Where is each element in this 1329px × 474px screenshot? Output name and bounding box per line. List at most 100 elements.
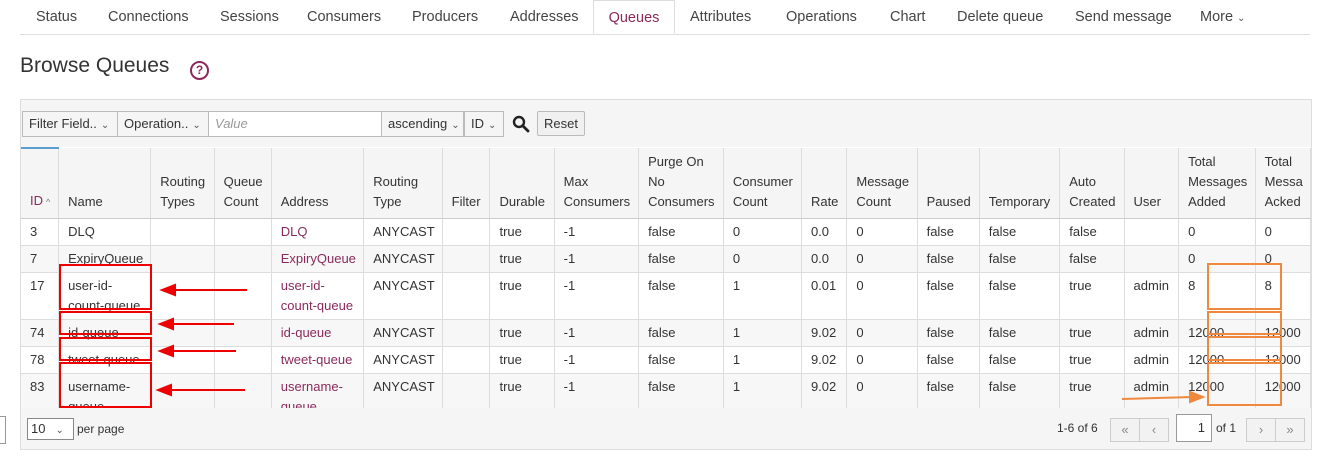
table-row[interactable]: 74 id-queue id-queue ANYCAST true -1 false 1 9.0… xyxy=(21,319,1311,347)
annotation-box-username-queue xyxy=(59,362,152,408)
column-header-purge[interactable]: Purge On No Consumers xyxy=(638,148,724,219)
cell-filter xyxy=(442,373,491,408)
cell-paused: false xyxy=(917,218,980,246)
cell-id: 74 xyxy=(21,319,60,347)
column-header-routing-types[interactable]: Routing Types xyxy=(150,148,215,219)
tab-connections[interactable]: Connections xyxy=(108,0,189,33)
search-icon[interactable] xyxy=(512,115,530,133)
cell-consumer-count: 1 xyxy=(723,319,802,347)
reset-button[interactable]: Reset xyxy=(537,111,585,136)
tab-consumers[interactable]: Consumers xyxy=(307,0,381,33)
last-page-button[interactable]: » xyxy=(1275,418,1305,442)
cell-consumer-count: 0 xyxy=(723,218,802,246)
cell-paused: false xyxy=(917,319,980,347)
cell-address: tweet-queue xyxy=(271,346,365,374)
page-size-value: 10 xyxy=(31,421,46,436)
cell-routing-type: ANYCAST xyxy=(363,245,443,273)
tab-delete-queue[interactable]: Delete queue xyxy=(957,0,1043,33)
nav-tabs: Status Connections Sessions Consumers Pr… xyxy=(20,0,1310,35)
tab-chart[interactable]: Chart xyxy=(890,0,925,33)
cell-queue-count xyxy=(214,346,272,374)
queues-grid-panel: Filter Field.. ⌄ Operation.. ⌄ Value ascen… xyxy=(20,99,1312,450)
cell-durable: true xyxy=(489,346,555,374)
sort-field-select[interactable]: ID ⌄ xyxy=(464,111,504,137)
filter-operation-select[interactable]: Operation.. ⌄ xyxy=(117,111,209,137)
cell-id: 3 xyxy=(21,218,60,246)
table-row[interactable]: 83 username-queue username-queue ANYCAST tru… xyxy=(21,373,1311,408)
chevron-down-icon: ⌄ xyxy=(1237,13,1246,24)
tab-operations[interactable]: Operations xyxy=(786,0,857,33)
cell-consumer-count: 0 xyxy=(723,245,802,273)
table-row[interactable]: 7 ExpiryQueue ExpiryQueue ANYCAST true -1 fals… xyxy=(21,245,1311,273)
column-header-consumer-count[interactable]: Consumer Count xyxy=(723,148,802,219)
column-header-message-count[interactable]: Message Count xyxy=(846,148,918,219)
cell-user xyxy=(1124,218,1180,246)
column-header-rate[interactable]: Rate xyxy=(801,148,848,219)
cell-id: 78 xyxy=(21,346,60,374)
sort-order-select[interactable]: ascending ⌄ xyxy=(381,111,464,137)
column-header-id[interactable]: ID ^ xyxy=(21,147,60,219)
tab-attributes[interactable]: Attributes xyxy=(690,0,751,33)
column-header-name[interactable]: Name xyxy=(58,148,152,219)
annotation-box-id-queue xyxy=(59,311,152,335)
table-row[interactable]: 3 DLQ DLQ ANYCAST true -1 false 0 0.0 0 false false… xyxy=(21,218,1311,246)
cell-rate: 9.02 xyxy=(801,373,848,408)
filter-field-select[interactable]: Filter Field.. ⌄ xyxy=(22,111,118,137)
page-size-select[interactable]: 10 ⌄ xyxy=(27,418,74,440)
cell-rate: 0.01 xyxy=(801,272,848,320)
table-row[interactable]: 17 user-id-count-queue user-id-count-queue… xyxy=(21,272,1311,320)
column-header-user[interactable]: User xyxy=(1124,148,1180,219)
cell-id: 7 xyxy=(21,245,60,273)
column-header-routing-type[interactable]: Routing Type xyxy=(363,148,443,219)
tab-status[interactable]: Status xyxy=(36,0,77,33)
first-page-button[interactable]: « xyxy=(1110,418,1140,442)
column-header-filter[interactable]: Filter xyxy=(442,148,491,219)
column-header-total-acked[interactable]: Total Messa Acked xyxy=(1255,148,1311,219)
cell-user: admin xyxy=(1124,272,1180,320)
tab-send-message[interactable]: Send message xyxy=(1075,0,1172,33)
cell-routing-types xyxy=(150,245,215,273)
address-link[interactable]: ExpiryQueue xyxy=(281,251,356,266)
cell-paused: false xyxy=(917,272,980,320)
chevron-down-icon: ⌄ xyxy=(488,120,497,131)
cell-address: username-queue xyxy=(271,373,365,408)
tab-queues[interactable]: Queues xyxy=(593,0,675,34)
tab-addresses[interactable]: Addresses xyxy=(510,0,579,33)
cell-auto-created: true xyxy=(1059,272,1125,320)
column-header-queue-count[interactable]: Queue Count xyxy=(214,148,272,219)
address-link[interactable]: DLQ xyxy=(281,224,308,239)
previous-page-button[interactable]: ‹ xyxy=(1139,418,1169,442)
cell-name: DLQ xyxy=(58,218,152,246)
column-header-auto-created[interactable]: Auto Created xyxy=(1059,148,1125,219)
address-link[interactable]: tweet-queue xyxy=(281,352,353,367)
cell-filter xyxy=(442,319,491,347)
column-header-paused[interactable]: Paused xyxy=(917,148,980,219)
cell-purge: false xyxy=(638,272,724,320)
address-link[interactable]: user-id-count-queue xyxy=(281,278,353,313)
cell-max-consumers: -1 xyxy=(554,319,640,347)
column-header-max-consumers[interactable]: Max Consumers xyxy=(554,148,640,219)
cell-queue-count xyxy=(214,373,272,408)
cell-routing-type: ANYCAST xyxy=(363,346,443,374)
filter-value-input[interactable]: Value xyxy=(208,111,382,137)
column-header-address[interactable]: Address xyxy=(271,148,365,219)
column-header-durable[interactable]: Durable xyxy=(489,148,555,219)
page-number-input[interactable]: 1 xyxy=(1176,414,1212,442)
column-header-temporary[interactable]: Temporary xyxy=(979,148,1061,219)
column-header-total-added[interactable]: Total Messages Added xyxy=(1178,148,1256,219)
page-count-label: of 1 xyxy=(1216,421,1237,435)
tab-more[interactable]: More ⌄ xyxy=(1200,0,1245,33)
next-page-button[interactable]: › xyxy=(1246,418,1276,442)
address-link[interactable]: username-queue xyxy=(281,379,343,408)
tab-producers[interactable]: Producers xyxy=(412,0,478,33)
page-title: Browse Queues xyxy=(20,54,170,77)
help-icon[interactable]: ? xyxy=(190,61,209,80)
cell-max-consumers: -1 xyxy=(554,272,640,320)
cell-temporary: false xyxy=(979,218,1061,246)
address-link[interactable]: id-queue xyxy=(281,325,332,340)
cell-rate: 0.0 xyxy=(801,245,848,273)
table-row[interactable]: 78 tweet-queue tweet-queue ANYCAST true -1 fal… xyxy=(21,346,1311,374)
tab-sessions[interactable]: Sessions xyxy=(220,0,279,33)
cell-max-consumers: -1 xyxy=(554,218,640,246)
cell-temporary: false xyxy=(979,272,1061,320)
